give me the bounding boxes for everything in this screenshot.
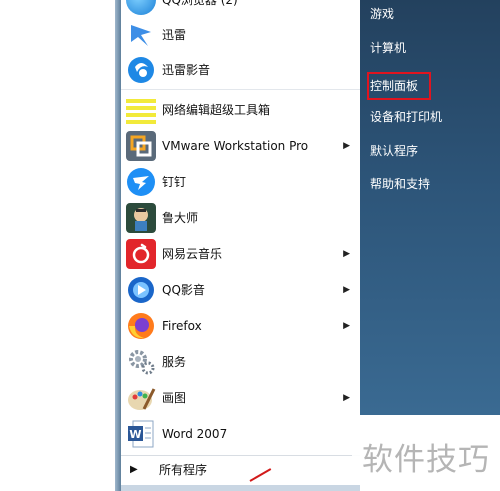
all-programs-button[interactable]: ▶ 所有程序: [121, 455, 360, 486]
program-item-word[interactable]: W Word 2007: [121, 416, 360, 452]
program-label: 迅雷影音: [162, 63, 211, 77]
dingtalk-icon: [126, 167, 156, 197]
program-item-firefox[interactable]: Firefox ▶: [121, 308, 360, 344]
program-item-netease-music[interactable]: 网易云音乐 ▶: [121, 236, 360, 272]
program-item-qq-player[interactable]: QQ影音 ▶: [121, 272, 360, 308]
start-menu: QQ浏览器 (2) 迅雷 迅雷影音 网络编辑超级工具箱 VMware Works…: [0, 0, 500, 491]
word-icon: W: [126, 419, 156, 449]
right-item-default-programs[interactable]: 默认程序: [370, 139, 418, 163]
program-label: 网易云音乐: [162, 247, 223, 261]
xunlei-player-icon: [126, 55, 156, 85]
program-item-xunlei-player[interactable]: 迅雷影音: [121, 52, 360, 88]
netease-music-icon: [126, 239, 156, 269]
ludashi-icon: [126, 203, 156, 233]
submenu-arrow-icon: ▶: [343, 285, 350, 295]
services-gear-icon: [126, 347, 156, 377]
qq-player-icon: [126, 275, 156, 305]
program-item-ludashi[interactable]: 鲁大师: [121, 200, 360, 236]
submenu-arrow-icon: ▶: [343, 141, 350, 151]
program-item-dingtalk[interactable]: 钉钉: [121, 164, 360, 200]
program-label: 鲁大师: [162, 211, 199, 225]
svg-text:W: W: [129, 428, 141, 441]
watermark-text: 软件技巧: [362, 442, 490, 478]
right-item-help-support[interactable]: 帮助和支持: [370, 172, 430, 196]
program-item-xunlei[interactable]: 迅雷: [121, 17, 360, 53]
submenu-arrow-icon: ▶: [343, 249, 350, 259]
programs-list: QQ浏览器 (2) 迅雷 迅雷影音 网络编辑超级工具箱 VMware Works…: [121, 0, 361, 455]
search-bar-strip: [121, 485, 360, 491]
program-item-paint[interactable]: 画图 ▶: [121, 380, 360, 416]
watermark: 软件技巧: [352, 426, 498, 478]
firefox-icon: [126, 311, 156, 341]
desktop-background: [0, 0, 115, 491]
submenu-arrow-icon: ▶: [343, 393, 350, 403]
program-label: 服务: [162, 355, 187, 369]
program-label: 网络编辑超级工具箱: [162, 103, 271, 117]
qq-browser-icon: [126, 0, 156, 15]
program-label: QQ影音: [162, 283, 205, 297]
program-label: 迅雷: [162, 28, 187, 42]
toolbox-icon: [126, 95, 156, 125]
all-programs-label: 所有程序: [159, 463, 208, 477]
program-label: 钉钉: [162, 175, 187, 189]
control-panel-highlight-box: [367, 72, 431, 100]
play-arrow-icon: ▶: [130, 464, 138, 475]
right-item-games[interactable]: 游戏: [370, 2, 394, 26]
program-label: Word 2007: [162, 427, 228, 441]
program-label: QQ浏览器 (2): [162, 0, 238, 7]
program-label: Firefox: [162, 319, 202, 333]
program-item-toolbox[interactable]: 网络编辑超级工具箱: [121, 92, 360, 128]
right-pane: 游戏 计算机 控制面板 设备和打印机 默认程序 帮助和支持: [360, 0, 500, 415]
xunlei-icon: [126, 20, 156, 50]
paint-icon: [126, 383, 156, 413]
program-item-services[interactable]: 服务: [121, 344, 360, 380]
vmware-icon: [126, 131, 156, 161]
program-item-vmware[interactable]: VMware Workstation Pro ▶: [121, 128, 360, 164]
program-item-qq-browser[interactable]: QQ浏览器 (2): [121, 0, 360, 18]
separator: [121, 89, 360, 90]
program-label: VMware Workstation Pro: [162, 139, 309, 153]
submenu-arrow-icon: ▶: [343, 321, 350, 331]
right-item-devices-printers[interactable]: 设备和打印机: [370, 105, 442, 129]
program-label: 画图: [162, 391, 187, 405]
right-item-computer[interactable]: 计算机: [370, 36, 406, 60]
